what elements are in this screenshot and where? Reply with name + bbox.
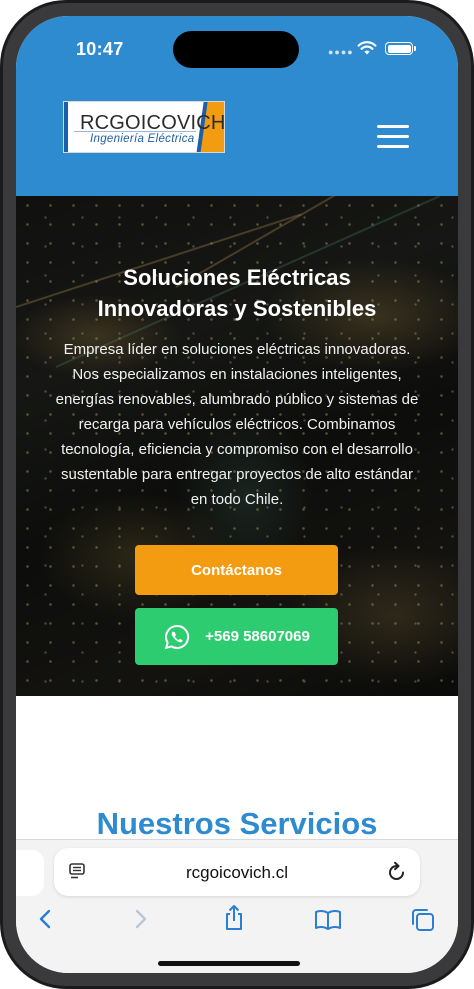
phone-frame: 10:47 ●●●● RCGOICOVICH Ingeniería Eléctr… — [0, 0, 474, 989]
status-time: 10:47 — [76, 39, 124, 59]
address-bar[interactable]: rcgoicovich.cl — [54, 848, 420, 896]
hamburger-menu-icon[interactable] — [377, 125, 409, 149]
back-icon[interactable] — [38, 908, 52, 930]
hero-section: Soluciones Eléctricas Innovadoras y Sost… — [16, 196, 458, 696]
site-logo[interactable]: RCGOICOVICH Ingeniería Eléctrica — [63, 101, 225, 153]
wifi-icon — [357, 41, 377, 55]
contact-button[interactable]: Contáctanos — [135, 545, 338, 595]
dynamic-island — [173, 31, 299, 68]
signal-dots-icon: ●●●● — [328, 47, 354, 57]
tabs-icon[interactable] — [410, 907, 436, 933]
bookmarks-icon[interactable] — [314, 909, 342, 931]
reload-icon[interactable] — [387, 861, 407, 883]
whatsapp-number: +569 58607069 — [205, 628, 310, 645]
battery-icon — [385, 42, 416, 55]
browser-toolbar: rcgoicovich.cl — [16, 839, 458, 973]
logo-tagline: Ingeniería Eléctrica — [90, 133, 195, 145]
url-text: rcgoicovich.cl — [185, 863, 289, 882]
share-icon[interactable] — [223, 904, 245, 932]
previous-tab-preview[interactable] — [16, 850, 44, 896]
hero-description: Empresa líder en soluciones eléctricas i… — [55, 341, 419, 508]
whatsapp-button[interactable]: +569 58607069 — [135, 608, 338, 665]
whatsapp-icon — [164, 624, 190, 649]
forward-icon[interactable] — [134, 908, 148, 930]
hero-title: Soluciones Eléctricas Innovadoras y Sost… — [97, 265, 377, 321]
services-heading: Nuestros Servicios — [96, 806, 378, 841]
screen: 10:47 ●●●● RCGOICOVICH Ingeniería Eléctr… — [16, 16, 458, 973]
site-header: 10:47 ●●●● RCGOICOVICH Ingeniería Eléctr… — [16, 16, 458, 196]
home-indicator — [158, 961, 300, 966]
